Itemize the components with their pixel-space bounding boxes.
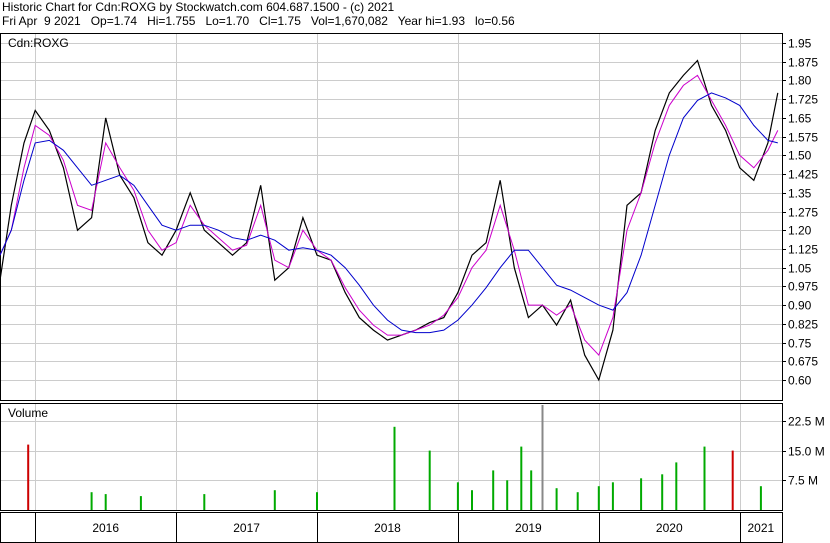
volume-bar <box>555 488 558 510</box>
price-tick-label: 0.825 <box>788 318 818 332</box>
volume-bar <box>640 478 643 510</box>
price-tick-label: 0.90 <box>788 299 812 313</box>
price-tick-label: 0.60 <box>788 374 812 388</box>
price-tick-label: 1.05 <box>788 262 812 276</box>
price-tick-label: 0.975 <box>788 280 818 294</box>
volume-bar <box>759 486 762 510</box>
volume-bar <box>393 426 396 510</box>
volume-bar <box>27 444 30 510</box>
year-label: 2016 <box>92 521 119 535</box>
year-label: 2018 <box>374 521 401 535</box>
price-tick-label: 1.275 <box>788 206 818 220</box>
volume-bar <box>703 446 706 510</box>
volume-tick-label: 15.0 M <box>788 445 825 459</box>
price-tick-label: 1.50 <box>788 149 812 163</box>
volume-bar <box>661 474 664 510</box>
volume-bar <box>675 462 678 510</box>
price-tick-label: 1.575 <box>788 131 818 145</box>
volume-bar <box>597 486 600 510</box>
price-tick-label: 0.675 <box>788 355 818 369</box>
volume-bar <box>104 494 107 510</box>
price-tick-label: 1.425 <box>788 168 818 182</box>
volume-bar <box>576 492 579 510</box>
volume-bar <box>456 482 459 510</box>
price-tick-label: 1.65 <box>788 112 812 126</box>
volume-bar <box>90 492 93 510</box>
year-label: 2019 <box>515 521 542 535</box>
year-label: 2017 <box>233 521 260 535</box>
year-label: 2020 <box>656 521 683 535</box>
volume-bar <box>273 490 276 510</box>
volume-bar <box>203 494 206 510</box>
price-tick-label: 1.875 <box>788 56 818 70</box>
price-tick-label: 1.20 <box>788 224 812 238</box>
volume-bar <box>506 480 509 510</box>
price-tick-label: 1.35 <box>788 187 812 201</box>
stock-chart-svg: 1.95 1.875 1.80 1.725 1.65 1.575 1.50 1.425 1.35… <box>0 33 825 543</box>
year-label: 2021 <box>748 521 775 535</box>
price-panel-frame <box>0 33 783 401</box>
chart-window: Historic Chart for Cdn:ROXG by Stockwatc… <box>0 0 830 543</box>
volume-panel-title: Volume <box>8 406 48 420</box>
volume-tick-label: 7.5 M <box>788 474 818 488</box>
price-tick-label: 1.80 <box>788 74 812 88</box>
volume-bar <box>520 446 523 510</box>
volume-bar <box>316 492 318 510</box>
volume-bar <box>530 470 533 510</box>
volume-bar <box>471 490 473 510</box>
price-tick-label: 1.95 <box>788 37 812 51</box>
volume-bar <box>541 405 544 510</box>
price-tick-label: 1.125 <box>788 243 818 257</box>
volume-bar <box>492 470 495 510</box>
price-tick-label: 1.725 <box>788 93 818 107</box>
price-tick-label: 0.75 <box>788 337 812 351</box>
volume-tick-label: 22.5 M <box>788 415 825 429</box>
volume-panel-frame <box>0 403 783 511</box>
volume-bar <box>428 450 431 510</box>
volume-bar <box>731 450 734 510</box>
volume-bar <box>611 482 614 510</box>
price-panel-title: Cdn:ROXG <box>8 36 69 50</box>
volume-bar <box>139 496 142 510</box>
